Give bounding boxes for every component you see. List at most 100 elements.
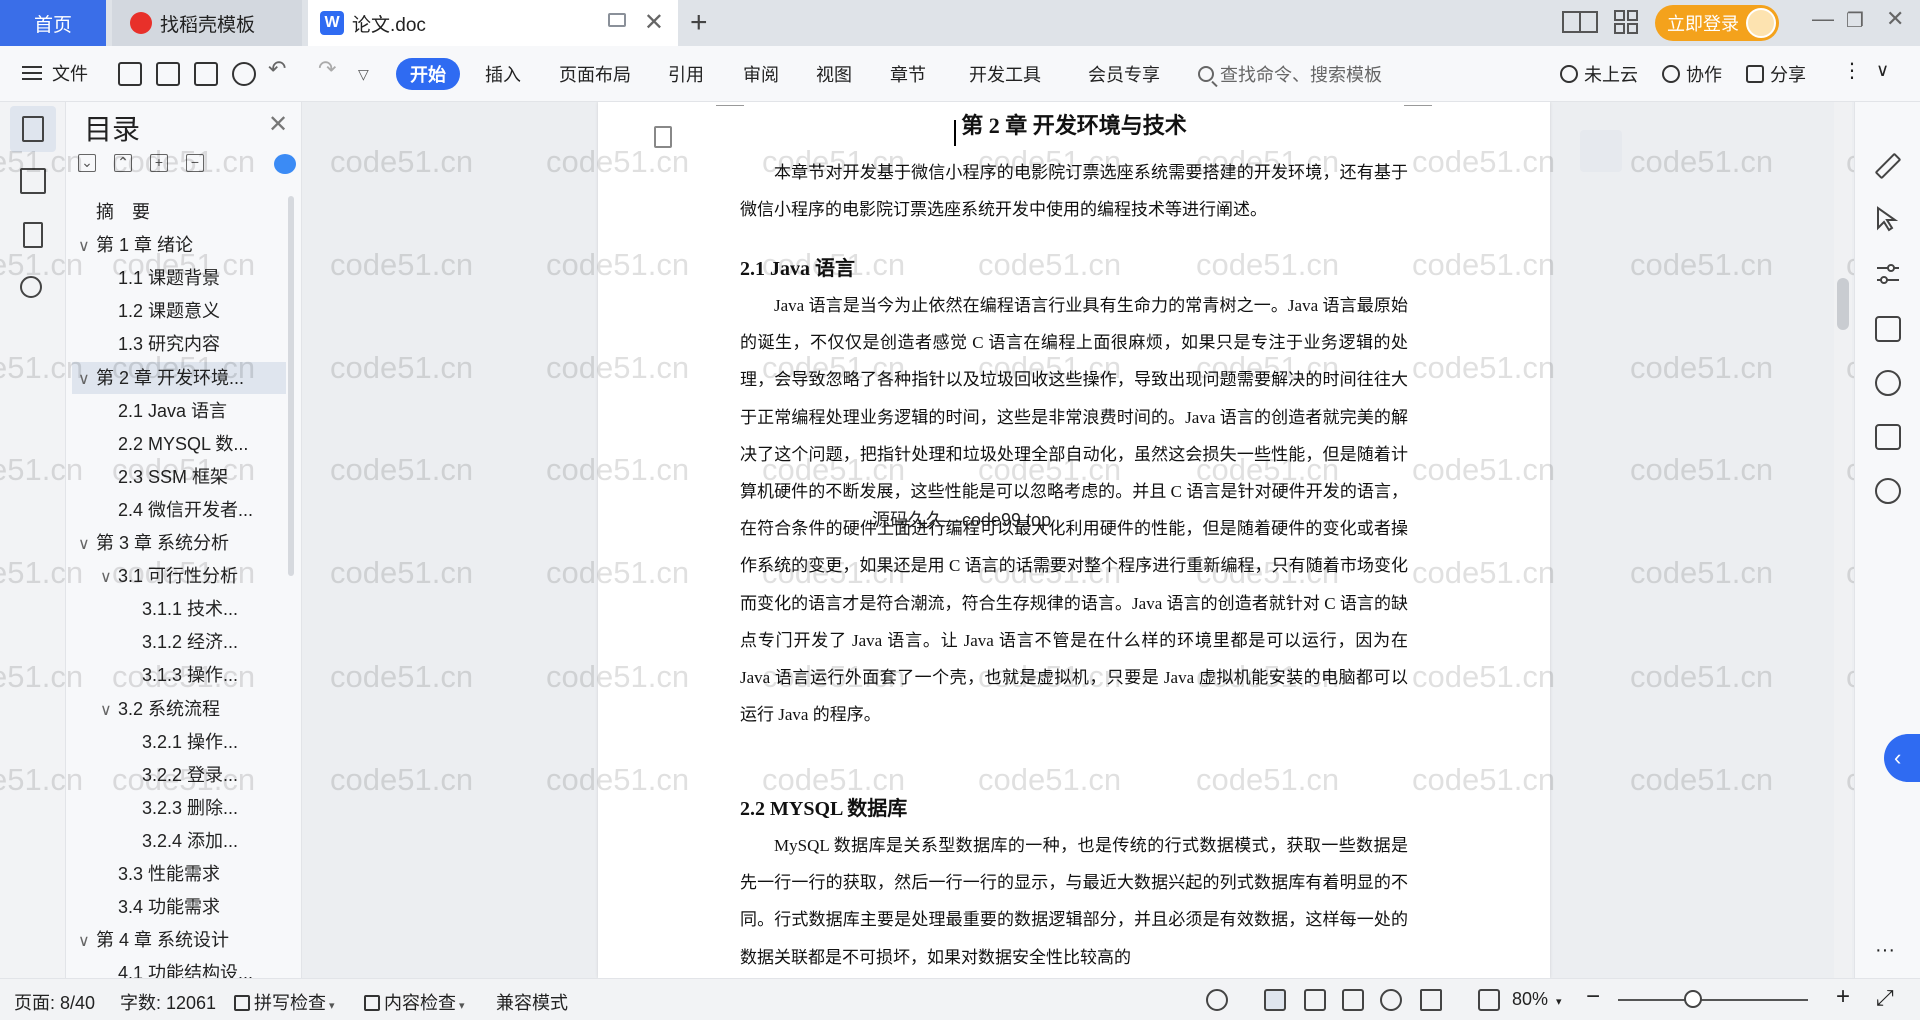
apps-grid-icon[interactable] (1614, 10, 1642, 34)
toc-item[interactable]: 3.2.1 操作... (72, 726, 286, 758)
login-button[interactable]: 立即登录 (1655, 5, 1779, 41)
image-tools-icon[interactable] (1875, 316, 1901, 342)
more-tools-icon[interactable]: ··· (1875, 940, 1901, 966)
collaborate-button[interactable]: 协作 (1662, 61, 1722, 87)
toc-item[interactable]: 摘 要 (72, 196, 286, 228)
minimize-icon[interactable]: — (1812, 6, 1834, 32)
toc-item[interactable]: 3.1.3 操作... (72, 659, 286, 691)
reading-view-icon[interactable] (1342, 989, 1364, 1011)
restore-icon[interactable]: ❐ (1846, 8, 1864, 33)
zoom-level[interactable]: 80% (1512, 989, 1548, 1010)
print-preview-icon[interactable] (232, 62, 256, 86)
toc-item[interactable]: 3.1.1 技术... (72, 593, 286, 625)
toc-item[interactable]: 3.1.2 经济... (72, 626, 286, 658)
bookmark-icon[interactable] (23, 222, 43, 248)
filter-icon[interactable] (1580, 130, 1622, 172)
quick-action-icon[interactable] (1875, 370, 1901, 396)
zoom-dropdown-icon[interactable]: ▾ (1556, 995, 1562, 1008)
tab-review[interactable]: 审阅 (743, 61, 779, 87)
chevron-down-icon[interactable]: ∨ (78, 231, 96, 261)
pen-icon[interactable] (1874, 152, 1902, 180)
toc-item[interactable]: 1.1 课题背景 (72, 262, 286, 294)
display-mode-icon[interactable] (608, 13, 626, 27)
outline-view-icon[interactable] (1304, 989, 1326, 1011)
tab-developer[interactable]: 开发工具 (969, 61, 1041, 87)
chevron-down-icon[interactable]: ∨ (100, 562, 118, 592)
toc-item[interactable]: 1.2 课题意义 (72, 295, 286, 327)
tab-home-ribbon[interactable]: 开始 (396, 58, 460, 90)
toc-item[interactable]: ∨ 第 1 章 绪论 (72, 229, 286, 261)
print-icon[interactable] (194, 62, 218, 86)
toc-scrollbar[interactable] (288, 196, 294, 576)
toc-item[interactable]: 3.2.4 添加... (72, 825, 286, 857)
tab-view[interactable]: 视图 (816, 61, 852, 87)
fit-page-icon[interactable] (1478, 989, 1500, 1011)
close-tab-icon[interactable]: ✕ (644, 8, 664, 37)
tab-document[interactable]: W 论文.doc ✕ (308, 0, 678, 46)
page-view-icon[interactable] (1264, 989, 1286, 1011)
tab-insert[interactable]: 插入 (485, 61, 521, 87)
add-heading-icon[interactable]: + (150, 154, 168, 172)
close-window-icon[interactable]: ✕ (1886, 6, 1904, 32)
remove-heading-icon[interactable]: − (186, 154, 204, 172)
chevron-down-icon[interactable]: ∨ (78, 364, 96, 394)
read-mode-icon[interactable] (1875, 424, 1901, 450)
tab-home[interactable]: 首页 (0, 0, 106, 46)
document-menu-icon[interactable] (654, 126, 672, 148)
zoom-out-icon[interactable]: − (1586, 983, 1600, 1011)
toc-item[interactable]: ∨ 第 4 章 系统设计 (72, 924, 286, 956)
chevron-down-icon[interactable]: ∨ (78, 529, 96, 559)
write-mode-icon[interactable] (1420, 989, 1442, 1011)
toc-close-icon[interactable]: ✕ (268, 110, 288, 139)
collapse-ribbon-icon[interactable]: ∨ (1876, 60, 1889, 81)
web-view-icon[interactable] (1380, 989, 1402, 1011)
chevron-down-icon[interactable]: ∨ (78, 926, 96, 956)
vertical-scrollbar[interactable] (1834, 102, 1852, 978)
toc-item[interactable]: 2.1 Java 语言 (72, 395, 286, 427)
eye-protection-icon[interactable] (1206, 989, 1228, 1011)
toc-item[interactable]: 1.3 研究内容 (72, 328, 286, 360)
toc-item[interactable]: 3.2.3 删除... (72, 792, 286, 824)
chevron-down-icon[interactable]: ∨ (100, 695, 118, 725)
toc-item[interactable]: 3.2.2 登录... (72, 759, 286, 791)
help-icon[interactable] (1875, 478, 1901, 504)
toc-item[interactable]: ∨ 3.2 系统流程 (72, 693, 286, 725)
word-count[interactable]: 字数: 12061 (120, 989, 216, 1015)
expand-all-icon[interactable]: ⌃ (114, 154, 132, 172)
undo-icon[interactable]: ↶ (268, 56, 286, 82)
toc-item[interactable]: 4.1 功能结构设... (72, 957, 286, 978)
content-check-button[interactable]: 内容检查 ▾ (364, 989, 465, 1015)
zoom-slider-track[interactable] (1618, 999, 1808, 1001)
scrollbar-thumb[interactable] (1837, 278, 1849, 330)
ai-assistant-icon[interactable] (274, 154, 296, 174)
toc-item[interactable]: ∨ 第 3 章 系统分析 (72, 527, 286, 559)
tab-page-layout[interactable]: 页面布局 (559, 61, 631, 87)
share-button[interactable]: 分享 (1746, 61, 1806, 87)
zoom-slider-knob[interactable] (1684, 990, 1702, 1008)
navigation-icon[interactable] (20, 168, 46, 194)
toc-item[interactable]: 3.4 功能需求 (72, 891, 286, 923)
fullscreen-icon[interactable]: ⤢ (1876, 985, 1894, 1011)
spell-check-button[interactable]: 拼写检查 ▾ (234, 989, 335, 1015)
more-options-icon[interactable]: ⋮ (1842, 58, 1862, 83)
tab-templates[interactable]: 找稻壳模板 (112, 0, 302, 46)
export-icon[interactable] (156, 62, 180, 86)
tab-member[interactable]: 会员专享 (1088, 61, 1160, 87)
redo-icon[interactable]: ↷ (318, 56, 336, 82)
zoom-in-icon[interactable]: + (1836, 983, 1850, 1011)
select-cursor-icon[interactable] (1875, 206, 1901, 232)
toc-item[interactable]: ∨ 3.1 可行性分析 (72, 560, 286, 592)
quick-access-dropdown-icon[interactable]: ▽ (358, 66, 369, 83)
toc-item[interactable]: 2.4 微信开发者... (72, 494, 286, 526)
cloud-status-button[interactable]: 未上云 (1560, 61, 1638, 87)
adjust-sliders-icon[interactable] (1875, 262, 1901, 288)
collapse-all-icon[interactable]: ⌄ (78, 154, 96, 172)
new-tab-button[interactable]: + (690, 6, 708, 40)
toc-item[interactable]: ∨ 第 2 章 开发环境... (72, 361, 286, 394)
toc-item[interactable]: 3.3 性能需求 (72, 858, 286, 890)
layout-switch-icon[interactable] (1562, 10, 1598, 34)
command-search[interactable]: 查找命令、搜索模板 (1198, 61, 1382, 87)
file-menu-button[interactable]: 文件 (22, 60, 88, 86)
toc-item[interactable]: 2.3 SSM 框架 (72, 461, 286, 493)
tab-chapter[interactable]: 章节 (890, 61, 926, 87)
